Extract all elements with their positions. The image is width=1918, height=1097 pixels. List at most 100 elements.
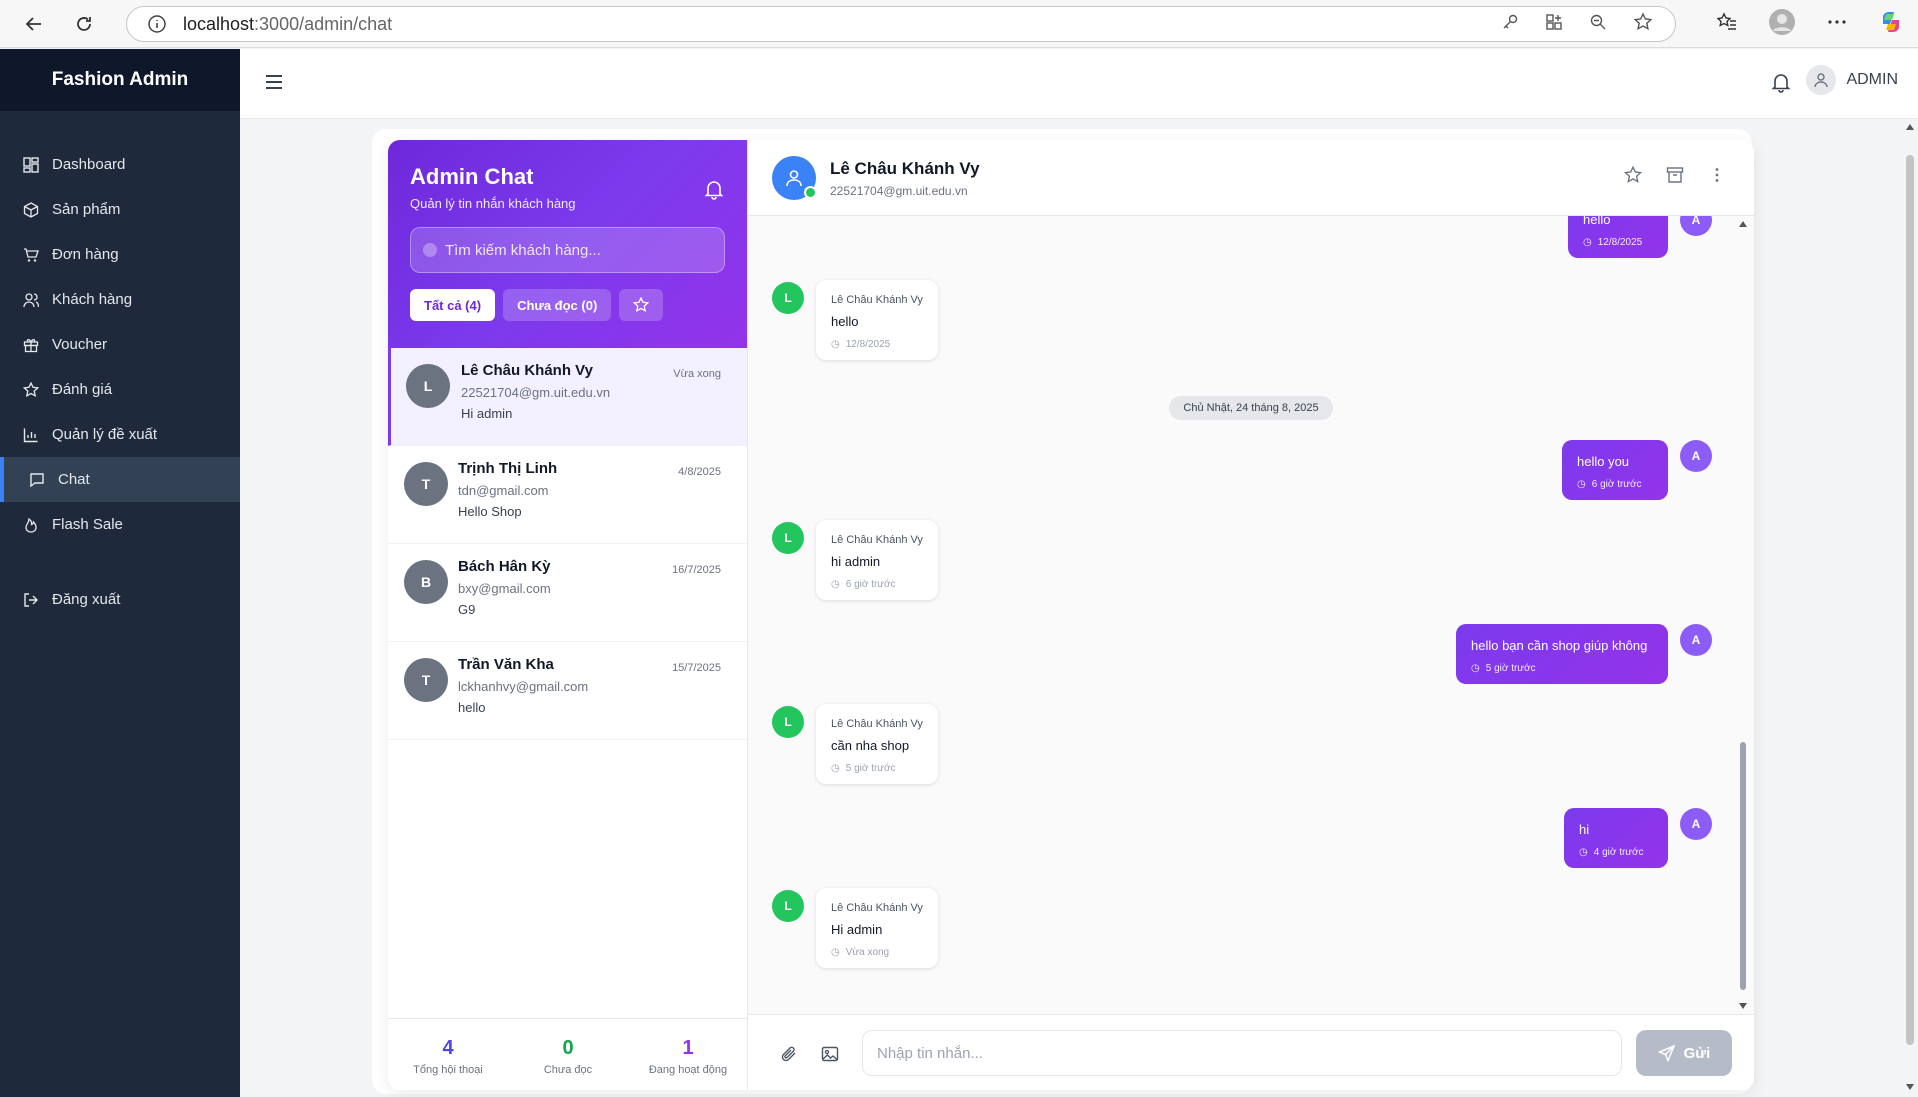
favorites-icon[interactable] (1716, 11, 1738, 37)
address-bar[interactable]: localhost:3000/admin/chat (126, 6, 1676, 42)
conversation-item[interactable]: B Bách Hân Kỳ bxy@gmail.com G9 16/7/2025 (388, 544, 747, 642)
sidebar-item-recommendations[interactable]: Quản lý đề xuất (0, 412, 240, 457)
customer-avatar: L (772, 890, 804, 922)
online-status-dot (804, 186, 817, 199)
conversation-last-message: hello (458, 700, 486, 715)
archive-icon[interactable] (1666, 166, 1684, 188)
more-icon[interactable] (1826, 11, 1848, 37)
sidebar-item-flash-sale[interactable]: Flash Sale (0, 502, 240, 547)
list-header: Admin Chat Quản lý tin nhắn khách hàng T… (388, 140, 747, 348)
filter-starred-button[interactable] (619, 289, 664, 321)
message-time: ◷ 12/8/2025 (1583, 237, 1643, 248)
message-text: cần nha shop (831, 738, 910, 753)
more-vertical-icon[interactable] (1708, 166, 1726, 188)
admin-avatar: A (1680, 808, 1712, 840)
favorite-star-icon[interactable] (1633, 12, 1653, 36)
clock-icon: ◷ (831, 763, 840, 774)
sidebar-item-products[interactable]: Sản phẩm (0, 187, 240, 232)
scroll-up-arrow-icon[interactable] (1738, 220, 1748, 228)
message-time: ◷ 6 giờ trước (1577, 479, 1642, 490)
message-scrollbar[interactable] (1738, 220, 1748, 1010)
reload-icon[interactable] (62, 2, 106, 46)
page-scrollbar[interactable] (1902, 119, 1918, 1097)
scroll-down-arrow-icon[interactable] (1738, 1002, 1748, 1010)
message-outgoing: hello ◷ 12/8/2025 (1568, 216, 1668, 258)
clock-icon: ◷ (831, 579, 840, 590)
conversation-list-panel: Admin Chat Quản lý tin nhắn khách hàng T… (388, 140, 748, 1090)
hamburger-menu-icon[interactable] (264, 73, 284, 95)
conversation-avatar: B (404, 560, 448, 604)
admin-avatar: A (1680, 624, 1712, 656)
clock-icon: ◷ (1579, 847, 1588, 858)
message-input[interactable] (862, 1030, 1622, 1076)
sidebar-item-label: Chat (58, 471, 90, 488)
user-label: ADMIN (1846, 71, 1898, 88)
sidebar: Fashion Admin Dashboard Sản phẩm Đơn hàn… (0, 49, 240, 1097)
sidebar-item-label: Flash Sale (52, 516, 123, 533)
message-time: ◷ Vừa xong (831, 947, 890, 958)
stat-value: 0 (562, 1037, 574, 1059)
message-scrollbar-thumb[interactable] (1740, 742, 1746, 990)
conversation-email: lckhanhvy@gmail.com (458, 679, 589, 694)
copilot-icon[interactable] (1878, 9, 1904, 39)
sidebar-item-voucher[interactable]: Voucher (0, 322, 240, 367)
message-sender: Lê Châu Khánh Vy (831, 294, 923, 306)
logout-icon (22, 591, 40, 609)
sidebar-menu: Dashboard Sản phẩm Đơn hàng Khách hàng V… (0, 142, 240, 622)
page-scrollbar-thumb[interactable] (1906, 155, 1914, 1045)
conversation-item[interactable]: L Lê Châu Khánh Vy 22521704@gm.uit.edu.v… (388, 348, 747, 446)
filter-unread-button[interactable]: Chưa đọc (0) (503, 289, 612, 321)
customer-search[interactable] (410, 227, 725, 273)
contact-email: 22521704@gm.uit.edu.vn (830, 184, 968, 198)
customer-search-input[interactable] (444, 241, 724, 259)
sidebar-item-reviews[interactable]: Đánh giá (0, 367, 240, 412)
back-icon[interactable] (12, 2, 56, 46)
sidebar-item-label: Đăng xuất (52, 591, 121, 608)
info-icon[interactable] (145, 12, 169, 36)
message-text: hello bạn cần shop giúp không (1471, 638, 1648, 653)
sidebar-item-customers[interactable]: Khách hàng (0, 277, 240, 322)
contact-name: Lê Châu Khánh Vy (830, 159, 980, 178)
sidebar-item-logout[interactable]: Đăng xuất (0, 577, 240, 622)
zoom-icon[interactable] (1589, 13, 1607, 35)
attach-image-icon[interactable] (821, 1045, 839, 1067)
filter-all-button[interactable]: Tất cả (4) (410, 289, 496, 321)
sidebar-item-label: Đơn hàng (52, 246, 119, 263)
customer-avatar: L (772, 282, 804, 314)
star-icon (22, 381, 40, 399)
message-incoming: Lê Châu Khánh Vy cần nha shop ◷ 5 giờ trư… (816, 704, 938, 784)
stats-bar: 4 Tổng hội thoại 0 Chưa đọc 1 Đang hoạt … (388, 1018, 748, 1090)
attach-file-icon[interactable] (780, 1045, 798, 1067)
conversation-avatar: T (404, 658, 448, 702)
scroll-down-arrow-icon[interactable] (1905, 1083, 1915, 1091)
date-label: Chủ Nhật, 24 tháng 8, 2025 (1169, 396, 1333, 420)
dashboard-icon (22, 156, 40, 174)
user-menu[interactable]: ADMIN (1806, 65, 1898, 95)
profile-icon[interactable] (1768, 8, 1796, 40)
conversation-item[interactable]: T Trần Văn Kha lckhanhvy@gmail.com hello… (388, 642, 747, 740)
message-text: hi admin (831, 554, 881, 569)
notification-bell-icon[interactable] (1770, 71, 1792, 97)
key-icon[interactable] (1501, 13, 1519, 35)
message-time: ◷ 4 giờ trước (1579, 847, 1644, 858)
clock-icon: ◷ (831, 339, 840, 350)
star-icon (633, 297, 650, 313)
send-button[interactable]: Gửi (1636, 1030, 1732, 1076)
sidebar-item-orders[interactable]: Đơn hàng (0, 232, 240, 277)
chat-panel: Lê Châu Khánh Vy 22521704@gm.uit.edu.vn … (748, 140, 1754, 1090)
conversation-item[interactable]: T Trịnh Thị Linh tdn@gmail.com Hello Sho… (388, 446, 747, 544)
stat-total: 4 Tổng hội thoại (388, 1019, 508, 1090)
message-text: Hi admin (831, 922, 883, 937)
stat-label: Chưa đọc (543, 1064, 593, 1076)
sidebar-item-chat[interactable]: Chat (0, 457, 240, 502)
star-icon[interactable] (1623, 165, 1643, 188)
sidebar-item-dashboard[interactable]: Dashboard (0, 142, 240, 187)
box-icon (22, 201, 40, 219)
sidebar-item-label: Voucher (52, 336, 108, 353)
sidebar-item-label: Khách hàng (52, 291, 133, 308)
list-bell-icon[interactable] (703, 178, 725, 204)
apps-icon[interactable] (1545, 13, 1563, 35)
cart-icon (22, 246, 40, 264)
scroll-up-arrow-icon[interactable] (1905, 123, 1915, 131)
sidebar-item-label: Sản phẩm (52, 201, 121, 218)
